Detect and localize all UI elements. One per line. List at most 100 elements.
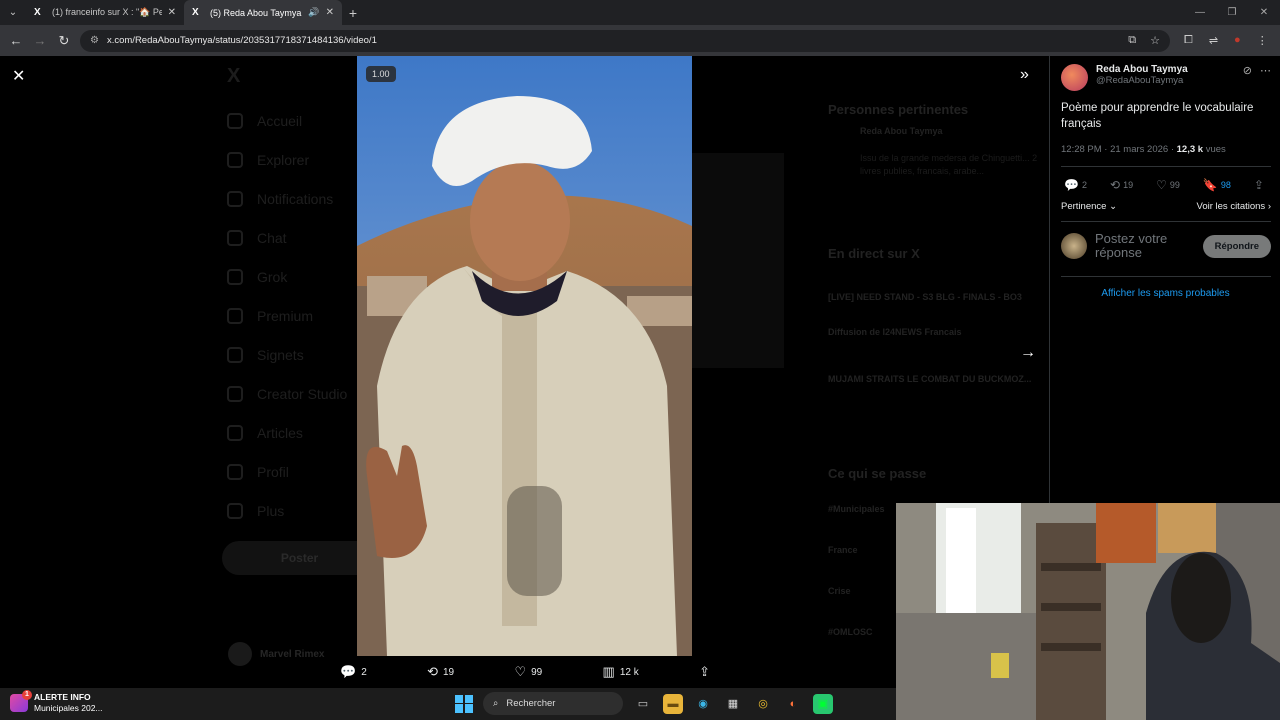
retweet-icon: ⟲ <box>1110 178 1121 192</box>
store-icon[interactable]: ▦ <box>723 694 743 714</box>
nav-item: Creator Studio <box>227 374 347 413</box>
browser-menu-icon[interactable]: ⋮ <box>1257 34 1268 47</box>
url-bar[interactable]: ⚙ x.com/RedaAbouTaymya/status/2035317718… <box>80 29 1170 52</box>
retweet-button[interactable]: ⟲ 19 <box>1110 178 1133 192</box>
profile-avatar-icon[interactable]: ● <box>1234 34 1241 47</box>
nav-item: Articles <box>227 413 347 452</box>
like-button[interactable]: ♡ 99 <box>1156 178 1180 192</box>
more-options-icon[interactable]: ⋯ <box>1260 64 1271 91</box>
x-favicon-icon: X <box>34 7 41 18</box>
heart-icon: ♡ <box>1156 178 1167 192</box>
extensions-icon[interactable]: ⧠ <box>1184 34 1193 47</box>
author-avatar[interactable] <box>1061 64 1088 91</box>
divider <box>1061 276 1271 277</box>
tweet-time[interactable]: 12:28 PM · 21 mars 2026 · <box>1061 144 1174 155</box>
chrome-icon[interactable]: ◎ <box>753 694 773 714</box>
nav-item: Profil <box>227 452 347 491</box>
firefox-icon[interactable]: ◐ <box>783 694 803 714</box>
install-app-icon[interactable]: ⧉ <box>1128 34 1136 47</box>
background-post-button: Poster <box>222 541 377 575</box>
url-text: x.com/RedaAbouTaymya/status/203531771837… <box>106 35 377 46</box>
share-button[interactable]: ⇪ <box>1254 178 1264 192</box>
bookmark-icon: 🔖 <box>1202 178 1218 192</box>
relevant-people: Personnes pertinentes Reda Abou Taymya I… <box>828 102 1038 176</box>
divider <box>1061 166 1271 167</box>
tab-title: (1) franceinfo sur X : "🏠 Peut-... <box>52 7 162 17</box>
windows-start-icon[interactable] <box>455 694 473 713</box>
video-action-bar: 💬 2 ⟲ 19 ♡ 99 ▥ 12 k ⇪ <box>340 662 710 682</box>
tweet-actions: 💬 2 ⟲ 19 ♡ 99 🔖 98 ⇪ <box>1064 178 1264 192</box>
tab-search-icon[interactable]: ⌄ <box>0 0 26 25</box>
retweet-button[interactable]: ⟲ 19 <box>427 664 454 680</box>
tab-title: (5) Reda Abou Taymya sur X <box>210 7 302 18</box>
reload-icon[interactable]: ↻ <box>52 33 76 49</box>
window-controls: — ❐ ✕ <box>1184 0 1280 25</box>
bookmark-star-icon[interactable]: ☆ <box>1150 34 1160 47</box>
reply-input[interactable]: Postez votre réponse <box>1095 232 1195 260</box>
new-tab-button[interactable]: + <box>342 5 364 21</box>
close-window-icon[interactable]: ✕ <box>1248 0 1280 25</box>
speaker-icon[interactable]: 🔊 <box>308 7 319 18</box>
background-media <box>692 153 784 368</box>
minimize-icon[interactable]: — <box>1184 0 1216 25</box>
analytics-icon: ▥ <box>602 664 615 679</box>
close-modal-icon[interactable]: ✕ <box>12 66 25 86</box>
news-widget[interactable]: 1 ALERTE INFO Municipales 202... <box>10 690 103 714</box>
video-player[interactable] <box>357 56 692 656</box>
nav-item: Chat <box>227 218 347 257</box>
views-count: 12,3 k <box>1176 144 1204 155</box>
taskbar-search[interactable]: ⌕ Rechercher <box>483 692 623 715</box>
avatar <box>228 642 252 666</box>
browser-tab-bar: ⌄ X (1) franceinfo sur X : "🏠 Peut-... ✕… <box>0 0 1280 25</box>
chevron-right-icon: › <box>1267 201 1271 212</box>
share-button[interactable]: ⇪ <box>699 664 710 680</box>
webcam-frame <box>896 503 1280 720</box>
quotes-link[interactable]: Voir les citations › <box>1197 201 1271 212</box>
edge-icon[interactable]: ◉ <box>693 694 713 714</box>
background-user: Marvel Rimex <box>228 642 324 666</box>
views-button[interactable]: ▥ 12 k <box>603 664 639 680</box>
like-button[interactable]: ♡ 99 <box>514 664 542 680</box>
reply-icon: 💬 <box>1064 178 1079 192</box>
reply-composer: Postez votre réponse Répondre <box>1061 232 1271 260</box>
tab-close-icon[interactable]: ✕ <box>168 7 176 18</box>
address-toolbar: ← → ↻ ⚙ x.com/RedaAbouTaymya/status/2035… <box>0 25 1280 56</box>
playback-speed-badge[interactable]: 1.00 <box>366 66 396 82</box>
author-name[interactable]: Reda Abou Taymya <box>1096 64 1235 75</box>
notification-badge: 1 <box>22 690 32 700</box>
reply-sort-row: Pertinence ⌄ Voir les citations › <box>1061 201 1271 212</box>
maximize-icon[interactable]: ❐ <box>1216 0 1248 25</box>
forward-icon[interactable]: → <box>28 33 52 48</box>
back-icon[interactable]: ← <box>4 33 28 48</box>
user-name: Marvel Rimex <box>260 648 325 660</box>
live-on-x: En direct sur X [LIVE] NEED STAND - S3 B… <box>828 246 1032 384</box>
nav-item: Accueil <box>227 101 347 140</box>
tab-reda-abou-taymya[interactable]: X (5) Reda Abou Taymya sur X 🔊 ✕ <box>184 0 342 25</box>
share-icon: ⇪ <box>699 664 710 679</box>
grok-icon[interactable]: ⊘ <box>1243 64 1252 91</box>
file-explorer-icon[interactable]: ▬ <box>663 693 683 714</box>
nav-item: Grok <box>227 257 347 296</box>
tab-close-icon[interactable]: ✕ <box>326 7 334 18</box>
show-spam-link[interactable]: Afficher les spams probables <box>1050 288 1280 299</box>
user-avatar <box>1061 233 1087 259</box>
collapse-panel-icon[interactable]: » <box>1020 66 1029 84</box>
next-media-icon[interactable]: → <box>1020 344 1036 362</box>
task-view-icon[interactable]: ▭ <box>633 694 653 714</box>
tweet-meta: 12:28 PM · 21 mars 2026 · 12,3 k vues <box>1061 144 1226 155</box>
reply-button[interactable]: 💬 2 <box>340 664 367 680</box>
tab-franceinfo[interactable]: X (1) franceinfo sur X : "🏠 Peut-... ✕ <box>26 0 184 25</box>
bookmark-button[interactable]: 🔖 98 <box>1203 178 1231 192</box>
site-info-icon[interactable]: ⚙ <box>90 35 99 46</box>
reply-submit-button[interactable]: Répondre <box>1202 234 1271 258</box>
nav-item: Explorer <box>227 140 347 179</box>
nav-item: Notifications <box>227 179 347 218</box>
author-handle[interactable]: @RedaAbouTaymya <box>1096 75 1235 86</box>
search-placeholder: Rechercher <box>506 698 556 709</box>
views-label: vues <box>1205 144 1226 155</box>
sort-dropdown[interactable]: Pertinence ⌄ <box>1061 201 1117 212</box>
reply-button[interactable]: 💬 2 <box>1064 178 1087 192</box>
streaming-app-icon[interactable]: ▣ <box>813 693 833 714</box>
search-icon: ⌕ <box>493 698 499 709</box>
sidebar-icon[interactable]: ⇌ <box>1209 34 1218 47</box>
